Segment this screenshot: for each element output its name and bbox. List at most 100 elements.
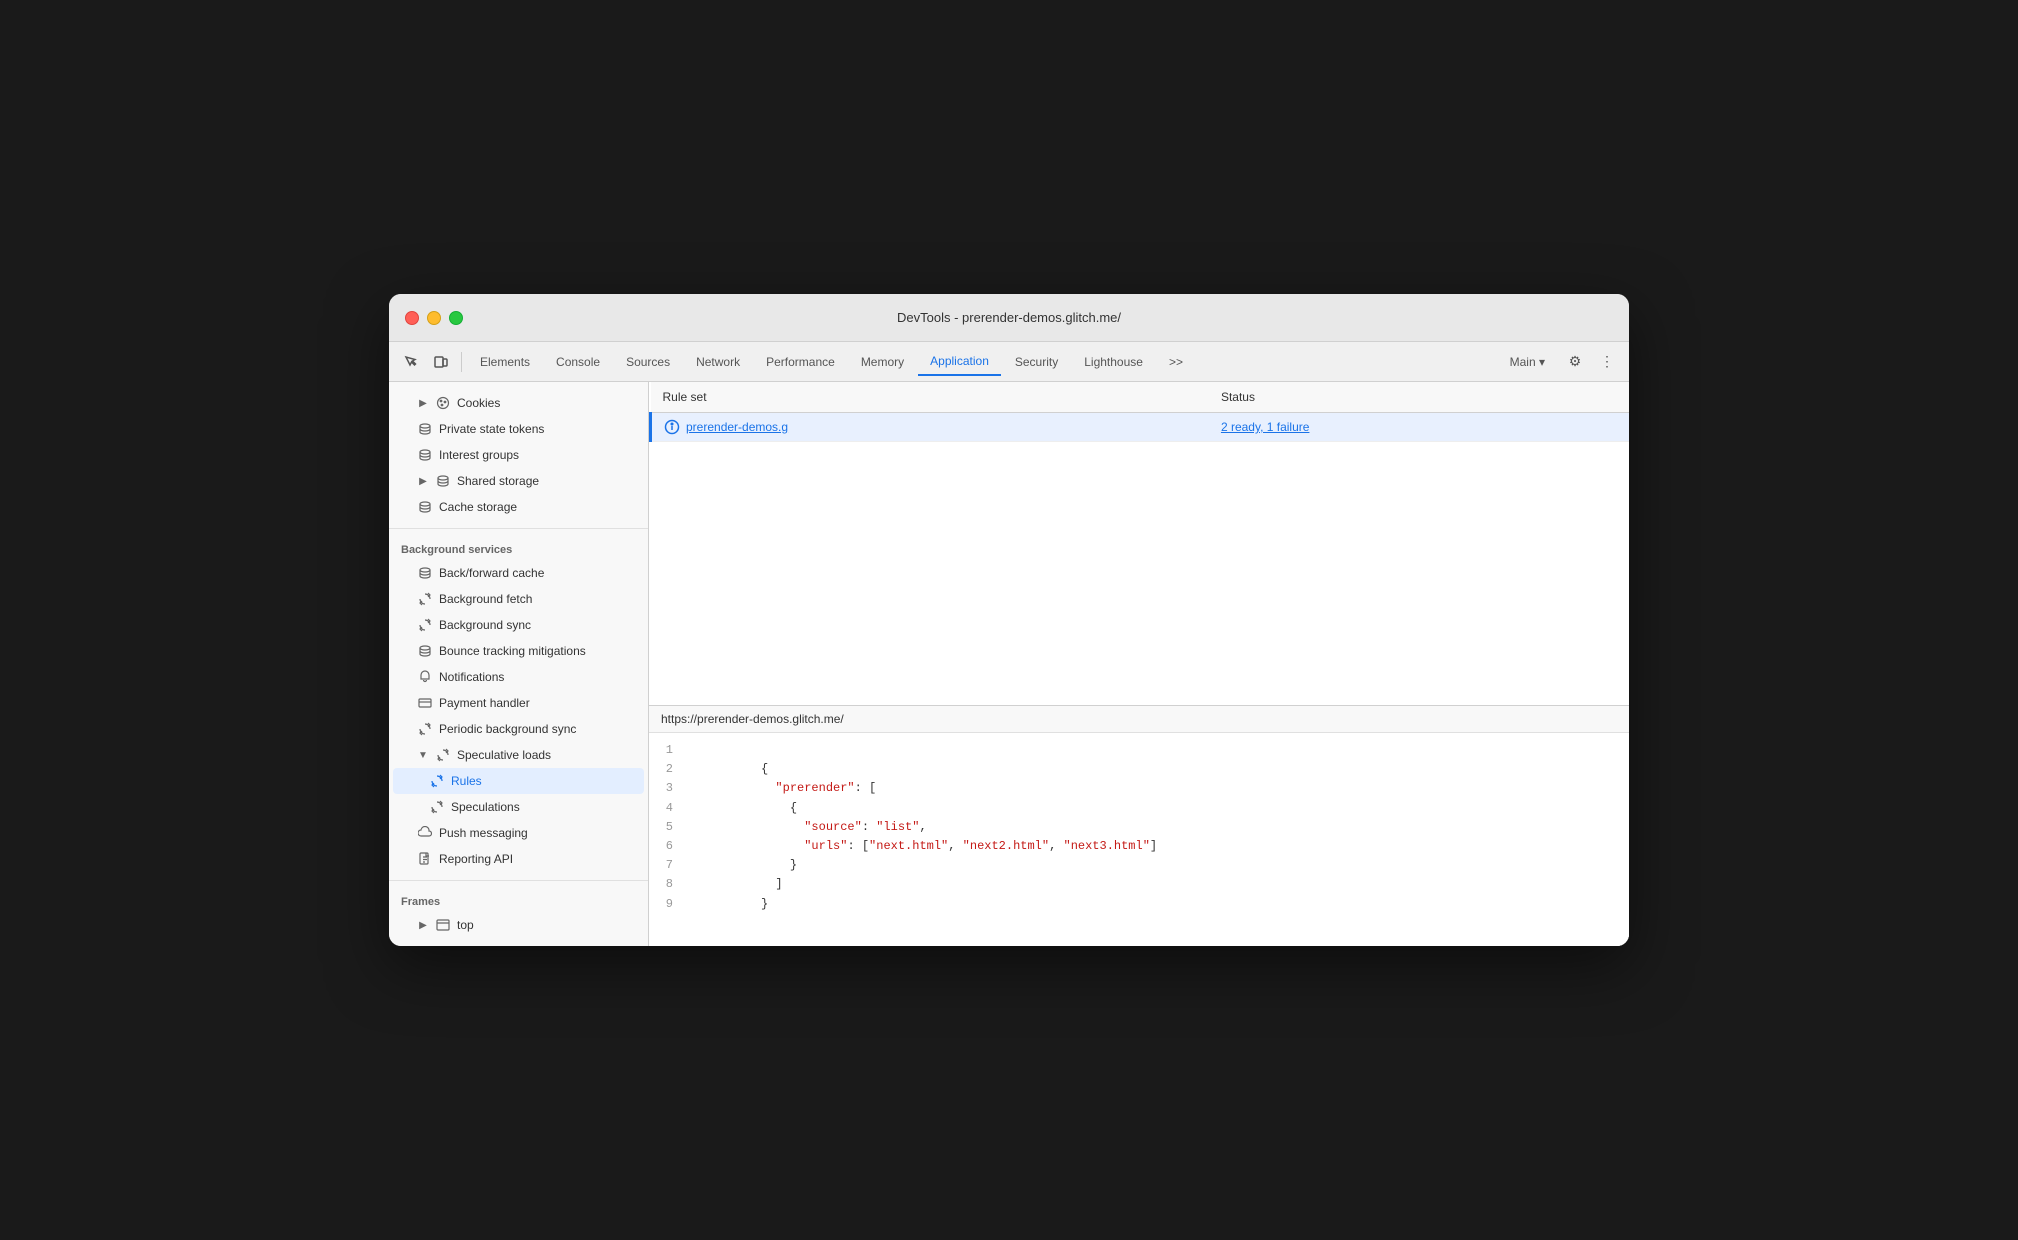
rule-info-icon [664,419,680,435]
device-icon[interactable] [427,348,455,376]
sidebar-label-speculative-loads: Speculative loads [457,748,551,762]
tab-lighthouse[interactable]: Lighthouse [1072,349,1155,375]
expand-arrow: ▶ [417,397,429,409]
tab-sources[interactable]: Sources [614,349,682,375]
col-status: Status [1209,382,1629,413]
sidebar-label-bg-sync: Background sync [439,618,531,632]
sidebar-item-speculations[interactable]: Speculations [393,794,644,820]
sidebar-item-cache-storage[interactable]: Cache storage [393,494,644,520]
db-icon-4 [417,499,433,515]
tab-elements[interactable]: Elements [468,349,542,375]
sidebar-label-top: top [457,918,474,932]
line-number: 2 [649,760,689,779]
sidebar-label-push: Push messaging [439,826,528,840]
line-content: "source": "list", [689,818,927,837]
line-number: 3 [649,779,689,798]
sidebar-label-speculations: Speculations [451,800,520,814]
rules-table-panel: Rule set Status [649,382,1629,706]
line-content: { [689,799,797,818]
expand-arrow-spec: ▼ [417,749,429,761]
sidebar-item-payment-handler[interactable]: Payment handler [393,690,644,716]
line-number: 5 [649,818,689,837]
content-area: Rule set Status [649,382,1629,946]
sidebar-label-interest-groups: Interest groups [439,448,519,462]
code-line-6: 6 "urls": ["next.html", "next2.html", "n… [649,837,1629,856]
db-icon-5 [417,565,433,581]
line-content: ] [689,875,783,894]
sidebar-label-cache-storage: Cache storage [439,500,517,514]
tab-console[interactable]: Console [544,349,612,375]
tab-network[interactable]: Network [684,349,752,375]
sidebar-item-shared-storage[interactable]: ▶ Shared storage [393,468,644,494]
close-button[interactable] [405,311,419,325]
sidebar-item-periodic-bg-sync[interactable]: Periodic background sync [393,716,644,742]
more-options-icon[interactable]: ⋮ [1593,348,1621,376]
sidebar-label-rules: Rules [451,774,482,788]
db-icon-2 [417,447,433,463]
sidebar-item-reporting-api[interactable]: Reporting API [393,846,644,872]
sync-icon-6 [429,799,445,815]
line-number: 7 [649,856,689,875]
tab-security[interactable]: Security [1003,349,1070,375]
cookie-icon [435,395,451,411]
sidebar-label-cookies: Cookies [457,396,500,410]
expand-arrow-shared: ▶ [417,475,429,487]
sidebar-item-interest-groups[interactable]: Interest groups [393,442,644,468]
sidebar-item-rules[interactable]: Rules [393,768,644,794]
code-view: 1 2 { 3 "prerender": [ [649,733,1629,946]
sync-icon-2 [417,617,433,633]
line-number: 4 [649,799,689,818]
rule-set-link[interactable]: prerender-demos.g [686,420,788,434]
code-line-7: 7 } [649,856,1629,875]
sidebar-item-back-forward-cache[interactable]: Back/forward cache [393,560,644,586]
line-content: } [689,856,797,875]
maximize-button[interactable] [449,311,463,325]
code-panel: https://prerender-demos.glitch.me/ 1 2 {… [649,706,1629,946]
code-line-1: 1 [649,741,1629,760]
tab-more[interactable]: >> [1157,349,1195,375]
code-line-8: 8 ] [649,875,1629,894]
minimize-button[interactable] [427,311,441,325]
sidebar-item-notifications[interactable]: Notifications [393,664,644,690]
sidebar-item-top-frame[interactable]: ▶ top [393,912,644,938]
sidebar-label-bf-cache: Back/forward cache [439,566,544,580]
sidebar-label-shared-storage: Shared storage [457,474,539,488]
sidebar-label-payment: Payment handler [439,696,530,710]
cloud-icon [417,825,433,841]
code-line-2: 2 { [649,760,1629,779]
line-content: { [689,760,768,779]
db-icon-1 [417,421,433,437]
tab-application[interactable]: Application [918,348,1001,376]
tab-performance[interactable]: Performance [754,349,847,375]
db-icon-6 [417,643,433,659]
main-dropdown[interactable]: Main ▾ [1498,349,1557,375]
sidebar-item-background-sync[interactable]: Background sync [393,612,644,638]
sidebar-label-private-state: Private state tokens [439,422,544,436]
table-row[interactable]: prerender-demos.g 2 ready, 1 failure [651,413,1630,442]
inspect-icon[interactable] [397,348,425,376]
window-title: DevTools - prerender-demos.glitch.me/ [897,310,1121,325]
sidebar-label-notifications: Notifications [439,670,504,684]
settings-icon[interactable]: ⚙ [1561,348,1589,376]
line-number: 6 [649,837,689,856]
sidebar: ▶ Cookies [389,382,649,946]
traffic-lights [405,311,463,325]
tab-memory[interactable]: Memory [849,349,916,375]
sidebar-item-cookies[interactable]: ▶ Cookies [393,390,644,416]
sidebar-item-speculative-loads[interactable]: ▼ Speculative loads [393,742,644,768]
sidebar-item-push-messaging[interactable]: Push messaging [393,820,644,846]
rule-set-cell: prerender-demos.g [651,413,1209,442]
doc-icon [417,851,433,867]
line-number: 9 [649,895,689,914]
db-icon-3 [435,473,451,489]
status-link[interactable]: 2 ready, 1 failure [1221,420,1310,434]
sidebar-item-background-fetch[interactable]: Background fetch [393,586,644,612]
sidebar-item-bounce-tracking[interactable]: Bounce tracking mitigations [393,638,644,664]
col-rule-set: Rule set [651,382,1209,413]
sidebar-label-bg-fetch: Background fetch [439,592,532,606]
frames-header: Frames [389,888,648,912]
card-icon [417,695,433,711]
sidebar-item-private-state-tokens[interactable]: Private state tokens [393,416,644,442]
sync-icon-4 [435,747,451,763]
titlebar: DevTools - prerender-demos.glitch.me/ [389,294,1629,342]
